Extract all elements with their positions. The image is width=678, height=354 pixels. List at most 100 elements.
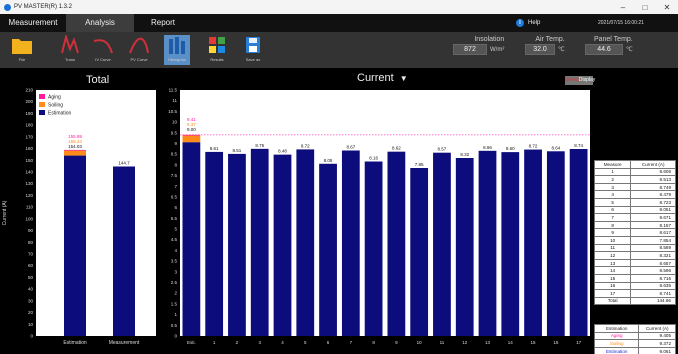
measure-cell: 13	[593, 258, 632, 268]
close-button[interactable]: ✕	[656, 3, 678, 12]
y-tick-label: 50	[28, 275, 34, 280]
bar-value-label: 8.32	[460, 152, 469, 157]
results-grid-icon	[209, 37, 225, 53]
air-temp-meter: Air Temp. 32.0 ℃	[525, 36, 565, 55]
y-tick-label: 170	[25, 134, 33, 139]
tab-analysis[interactable]: Analysis	[66, 14, 134, 32]
measure-cell: 3	[593, 182, 632, 192]
table-row: 2 8.513	[593, 175, 676, 184]
y-tick-label: 0	[30, 334, 33, 339]
table-row: 6 8.051	[593, 205, 676, 215]
y-tick-label: 160	[25, 146, 33, 151]
current-cell: 8.596	[630, 266, 676, 275]
y-tick-label: 40	[28, 287, 34, 292]
x-tick-label: 1	[213, 340, 216, 345]
current-cell: 144.66	[630, 296, 676, 306]
y-tick-label: 5.5	[171, 216, 178, 221]
measure-bar	[478, 150, 497, 336]
measure-cell: 14	[593, 266, 632, 275]
x-tick-label: 16	[553, 340, 559, 345]
table-row: 14 8.596	[593, 266, 676, 275]
y-axis-label: Current (A)	[2, 200, 8, 225]
y-tick-label: 190	[25, 111, 33, 116]
minimize-button[interactable]: –	[612, 3, 634, 12]
estimation-cell: Aging	[593, 331, 640, 341]
maximize-button[interactable]: □	[634, 3, 656, 12]
x-tick-label: 17	[576, 340, 582, 345]
total-bar-label: 144.7	[118, 160, 130, 165]
y-tick-label: 3	[174, 269, 177, 274]
x-tick-label: 3	[258, 340, 261, 345]
measure-cell: 6	[593, 205, 632, 215]
measure-cell: 5	[593, 197, 632, 207]
y-tick-label: 0	[174, 334, 177, 339]
current-cell: 8.716	[630, 273, 676, 283]
table-row: 11 8.569	[593, 243, 676, 253]
total-chart: 0 10 20 30 40 50 60 70 80 90 100 110 120 130 140 150 160…	[2, 88, 156, 346]
y-tick-label: 7	[174, 184, 177, 189]
bar-value-label: 8.72	[529, 144, 538, 149]
y-tick-label: 8	[174, 162, 177, 167]
save-as-button[interactable]: Save as	[240, 35, 266, 65]
x-tick-label: 15	[531, 340, 537, 345]
insolation-value: 872	[453, 44, 487, 55]
current-cell: 8.723	[630, 197, 676, 207]
x-tick-label: 8	[372, 340, 375, 345]
air-temp-label: Air Temp.	[535, 36, 565, 43]
legend-swatch	[39, 94, 45, 99]
y-tick-label: 4	[174, 248, 177, 253]
table-row: Aging 9.405	[593, 331, 676, 341]
y-tick-label: 130	[25, 181, 33, 186]
bar-value-label: 8.05	[324, 158, 333, 163]
total-bar-estimation	[64, 155, 86, 336]
y-tick-label: 5	[174, 227, 177, 232]
measure-cell: 1	[593, 167, 632, 177]
results-button[interactable]: Results	[204, 35, 230, 65]
x-tick-label: Esti.	[187, 340, 196, 345]
x-tick-label: 6	[327, 340, 330, 345]
current-cell: 8.657	[630, 258, 676, 268]
table-row: 13 8.657	[593, 258, 676, 268]
tool-label: Save as	[245, 57, 261, 62]
measure-bar	[433, 152, 451, 336]
estimation-bar-soiling	[182, 135, 201, 143]
trans-button[interactable]: Trans	[57, 35, 83, 65]
bar-value-label: 7.85	[415, 162, 424, 167]
total-bar-label: 154.03	[68, 144, 82, 149]
iv-curve-button[interactable]: IV Curve	[90, 35, 116, 65]
tab-measurement[interactable]: Measurement	[0, 14, 66, 32]
y-tick-label: 210	[25, 88, 33, 93]
tool-label: Results	[210, 57, 224, 62]
current-cell: 8.749	[630, 182, 676, 192]
bar-value-label: 8.74	[574, 143, 583, 148]
y-tick-label: 10	[28, 322, 34, 327]
pv-curve-button[interactable]: PV Curve	[126, 35, 152, 65]
y-tick-label: 6.5	[171, 194, 178, 199]
x-tick-label: 14	[508, 340, 514, 345]
current-cell: 8.569	[630, 243, 676, 253]
help-button[interactable]: i Help	[516, 14, 540, 32]
legend-swatch	[39, 110, 45, 115]
tool-label: IV Curve	[95, 57, 111, 62]
y-tick-label: 7.5	[171, 173, 178, 178]
tool-label: Histogram	[167, 57, 187, 62]
bar-value-label: 8.16	[369, 156, 378, 161]
tab-report[interactable]: Report	[134, 14, 192, 32]
insolation-unit: W/m²	[490, 47, 505, 53]
y-tick-label: 100	[25, 216, 33, 221]
y-tick-label: 1.5	[171, 301, 178, 306]
measure-bar	[205, 151, 224, 336]
estimation-cell: Soiling	[593, 339, 640, 348]
measure-cell: 10	[593, 235, 632, 245]
x-tick-label: 10	[417, 340, 423, 345]
current-cell: 8.617	[630, 228, 676, 237]
current-chart: 00.511.522.533.544.555.566.577.588.599.5…	[168, 88, 590, 345]
iv-curve-icon	[93, 39, 113, 54]
current-cell: 8.321	[630, 251, 676, 260]
bar-value-label: 8.75	[255, 143, 264, 148]
y-tick-label: 110	[26, 205, 34, 210]
save-icon	[246, 37, 260, 53]
measure-bar	[364, 161, 383, 336]
histogram-button[interactable]: Histogram	[164, 35, 190, 65]
file-button[interactable]: File	[9, 35, 35, 65]
